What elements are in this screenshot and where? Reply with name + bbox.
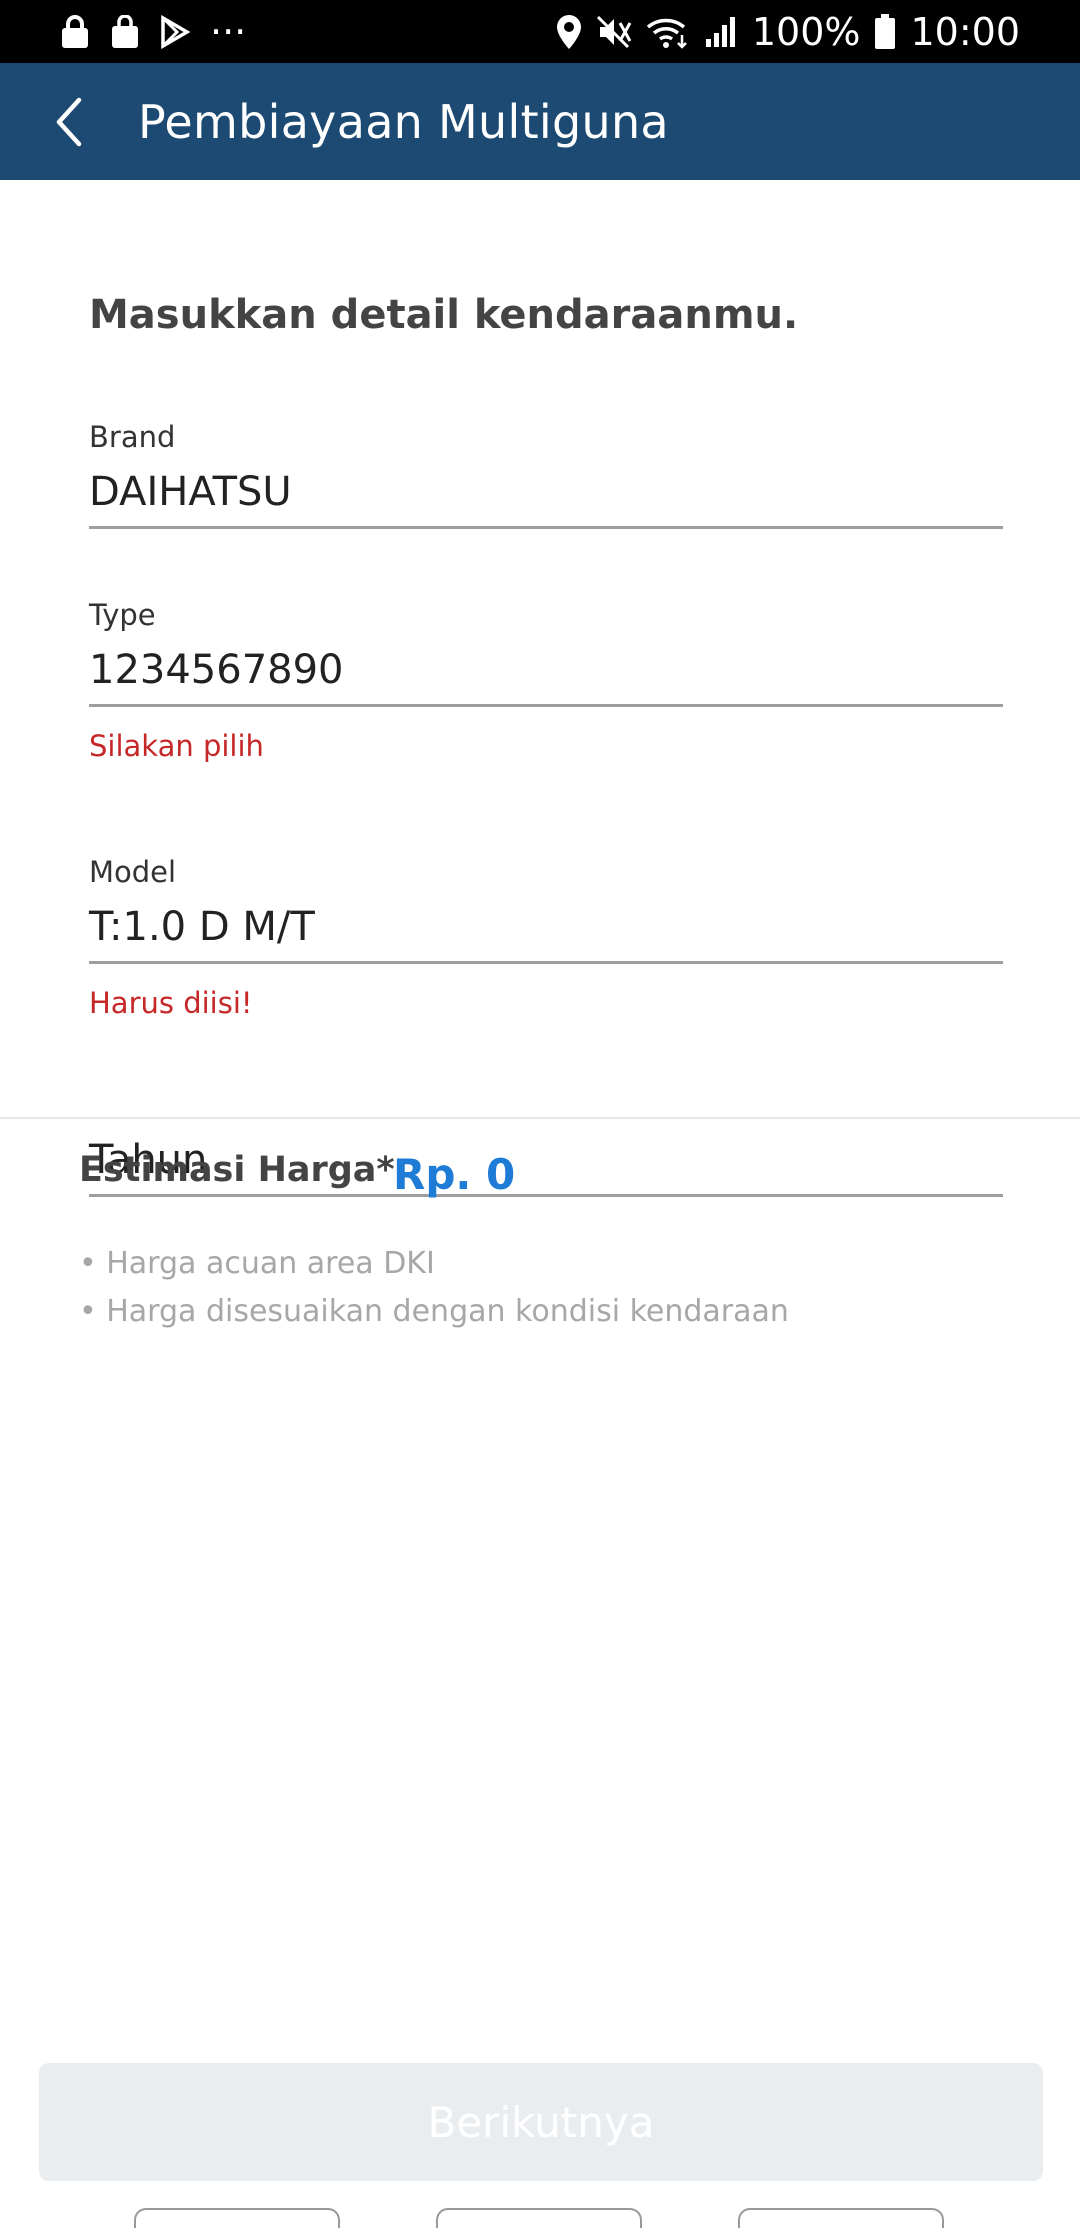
chevron-left-icon [56, 97, 82, 146]
type-field[interactable]: Type 1234567890 Silakan pilih [89, 598, 1003, 763]
bag-icon [110, 14, 140, 49]
app-bar: Pembiayaan Multiguna [0, 63, 1080, 180]
note-item: • Harga disesuaikan dengan kondisi kenda… [79, 1294, 789, 1329]
model-value[interactable]: T:1.0 D M/T [89, 899, 1003, 955]
page-title: Pembiayaan Multiguna [138, 94, 669, 149]
brand-value[interactable]: DAIHATSU [89, 464, 1003, 520]
brand-field[interactable]: Brand DAIHATSU [89, 420, 1003, 529]
bottom-tab-hint [436, 2208, 642, 2228]
next-button[interactable]: Berikutnya [39, 2063, 1043, 2181]
model-error: Harus diisi! [89, 986, 253, 1020]
bottom-tab-hint [134, 2208, 340, 2228]
note-item: • Harga acuan area DKI [79, 1246, 435, 1281]
status-right: 100% 10:00 [556, 10, 1020, 54]
tahun-underline [89, 1194, 1003, 1197]
play-store-icon [160, 14, 190, 49]
model-label: Model [89, 855, 177, 889]
back-button[interactable] [0, 63, 138, 180]
more-icon: ··· [210, 9, 247, 54]
form-heading: Masukkan detail kendaraanmu. [89, 292, 799, 338]
mute-icon [596, 15, 632, 49]
status-bar: ··· 100% 10:00 [0, 0, 1080, 63]
type-error: Silakan pilih [89, 729, 264, 763]
wifi-icon [646, 15, 690, 49]
signal-icon [704, 15, 738, 49]
model-underline [89, 961, 1003, 964]
estimate-label: Estimasi Harga* [79, 1150, 395, 1190]
estimate-value: Rp. 0 [393, 1150, 516, 1199]
brand-label: Brand [89, 420, 176, 454]
clock: 10:00 [910, 9, 1020, 54]
type-value[interactable]: 1234567890 [89, 642, 1003, 698]
estimate-notes: • Harga acuan area DKI • Harga disesuaik… [79, 1240, 789, 1336]
type-label: Type [89, 598, 156, 632]
model-field[interactable]: Model T:1.0 D M/T Harus diisi! [89, 855, 1003, 1020]
brand-underline [89, 526, 1003, 529]
battery-percent: 100% [751, 9, 861, 54]
lock-icon [60, 14, 90, 49]
section-divider [0, 1117, 1080, 1119]
battery-icon [874, 13, 896, 50]
type-underline [89, 704, 1003, 707]
location-icon [556, 14, 582, 50]
status-left: ··· [60, 10, 246, 54]
bottom-tab-hint [738, 2208, 944, 2228]
